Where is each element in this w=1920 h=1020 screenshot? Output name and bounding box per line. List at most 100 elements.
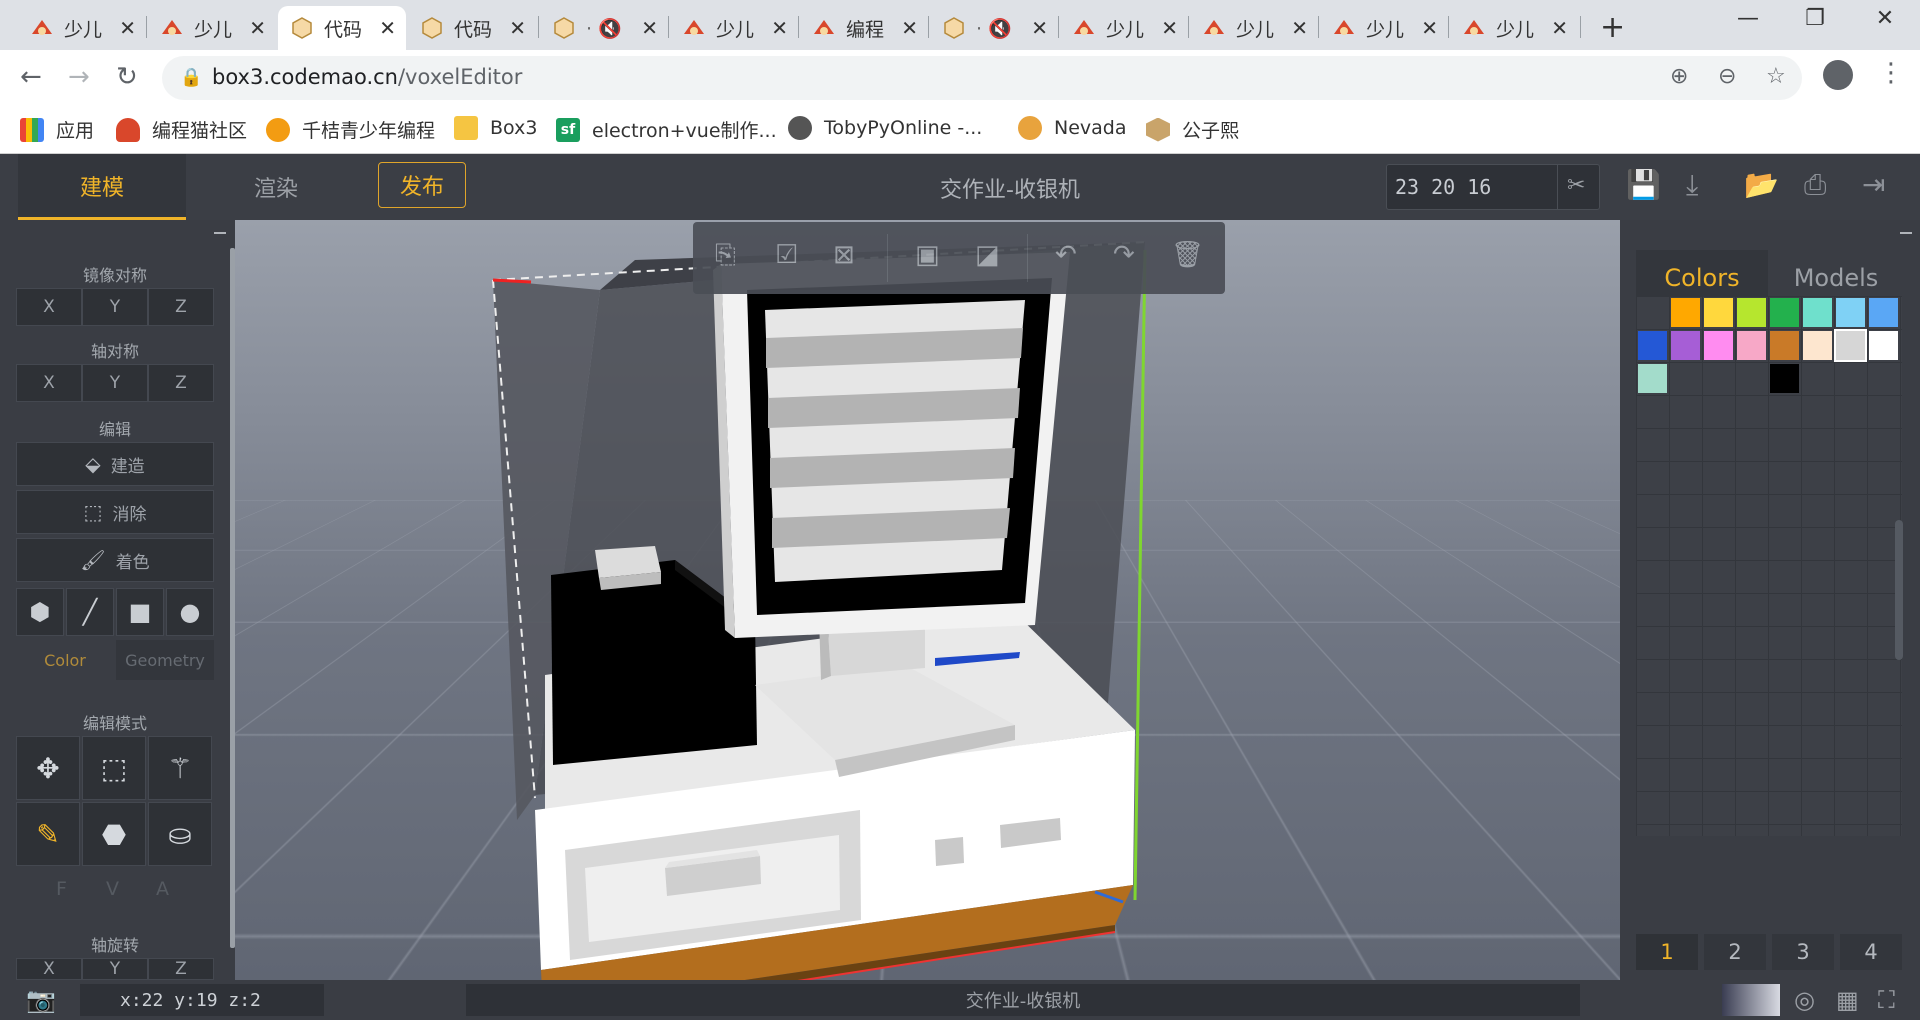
palette-page-2[interactable]: 2: [1704, 934, 1766, 970]
profile-avatar-icon[interactable]: [1823, 60, 1853, 90]
download-icon[interactable]: ⤓: [1686, 168, 1698, 202]
color-swatch[interactable]: [1803, 331, 1832, 360]
bookmark-item[interactable]: 公子熙: [1146, 116, 1239, 143]
undo-icon[interactable]: ↶: [1055, 240, 1077, 270]
sphere-shape-button[interactable]: ●: [166, 588, 214, 636]
color-swatch[interactable]: [1836, 298, 1865, 327]
close-tab-icon[interactable]: ✕: [641, 16, 658, 40]
color-swatch[interactable]: [1869, 298, 1898, 327]
color-swatch[interactable]: [1770, 364, 1799, 393]
color-swatch[interactable]: [1704, 331, 1733, 360]
build-button[interactable]: ⬙ 建造: [16, 442, 214, 486]
move-tool-button[interactable]: ✥: [16, 736, 80, 800]
color-swatch-selected[interactable]: [1836, 331, 1865, 360]
merge-icon[interactable]: ◪: [975, 240, 1000, 270]
bookmark-item[interactable]: Nevada: [1018, 116, 1127, 140]
close-tab-icon[interactable]: ✕: [249, 16, 266, 40]
color-swatch[interactable]: [1638, 364, 1667, 393]
orbit-icon[interactable]: ◎: [1794, 986, 1815, 1014]
browser-tab[interactable]: 少儿 ✕: [1190, 6, 1318, 50]
close-tab-icon[interactable]: ✕: [1031, 16, 1048, 40]
minimize-icon[interactable]: —: [1718, 6, 1778, 31]
bookmark-item[interactable]: 编程猫社区: [116, 116, 247, 143]
color-swatch[interactable]: [1638, 331, 1667, 360]
color-swatch[interactable]: [1770, 331, 1799, 360]
browser-tab[interactable]: 少儿 ✕: [1060, 6, 1188, 50]
restore-icon[interactable]: ❐: [1785, 6, 1845, 31]
browser-menu-icon[interactable]: ⋮: [1878, 58, 1904, 88]
color-swatch[interactable]: [1737, 331, 1766, 360]
close-tab-icon[interactable]: ✕: [901, 16, 918, 40]
camera-icon[interactable]: 📷: [26, 986, 56, 1014]
browser-tab[interactable]: 少儿 ✕: [1320, 6, 1448, 50]
3d-viewport[interactable]: ⎘ ☑ ⊠ ▣ ◪ ↶ ↷ 🗑: [235, 220, 1620, 980]
palette-page-1[interactable]: 1: [1636, 934, 1698, 970]
rotate-z-button[interactable]: Z: [148, 958, 214, 980]
tab-render[interactable]: 渲染: [226, 154, 326, 220]
trash-icon[interactable]: 🗑: [1171, 240, 1204, 270]
color-swatch[interactable]: [1803, 298, 1832, 327]
magic-wand-button[interactable]: ⚚: [148, 736, 212, 800]
close-tab-icon[interactable]: ✕: [509, 16, 526, 40]
axis-z-button[interactable]: Z: [148, 364, 214, 402]
replace-tool-button[interactable]: ⬣: [82, 802, 146, 866]
current-color-preview[interactable]: [1722, 984, 1780, 1016]
mirror-z-button[interactable]: Z: [148, 288, 214, 326]
erase-button[interactable]: ⬚ 消除: [16, 490, 214, 534]
close-tab-icon[interactable]: ✕: [379, 16, 396, 40]
axis-y-button[interactable]: Y: [82, 364, 148, 402]
a-toggle[interactable]: A: [156, 878, 169, 900]
publish-button[interactable]: 发布: [378, 162, 466, 208]
back-arrow-icon[interactable]: ←: [20, 62, 42, 92]
color-swatch[interactable]: [1737, 298, 1766, 327]
f-toggle[interactable]: F: [56, 878, 67, 900]
new-tab-button[interactable]: +: [1600, 10, 1625, 45]
dimensions-field[interactable]: 23 20 16 ✂: [1386, 164, 1600, 210]
close-tab-icon[interactable]: ✕: [1421, 16, 1438, 40]
close-tab-icon[interactable]: ✕: [1291, 16, 1308, 40]
color-swatch[interactable]: [1671, 331, 1700, 360]
close-tab-icon[interactable]: ✕: [1551, 16, 1568, 40]
browser-tab[interactable]: · 🔇 ✕: [930, 6, 1058, 50]
color-swatch[interactable]: [1638, 298, 1667, 327]
cube-shape-button[interactable]: ⬢: [16, 588, 64, 636]
rotate-y-button[interactable]: Y: [82, 958, 148, 980]
grid-icon[interactable]: ▦: [1836, 986, 1859, 1014]
select-tool-button[interactable]: ⬚: [82, 736, 146, 800]
browser-tab[interactable]: 少儿 ✕: [670, 6, 798, 50]
fullscreen-icon[interactable]: ⛶: [1878, 986, 1895, 1014]
v-toggle[interactable]: V: [106, 878, 119, 900]
browser-tab-active[interactable]: 代码 ✕: [278, 6, 406, 50]
color-swatch[interactable]: [1704, 298, 1733, 327]
mirror-x-button[interactable]: X: [16, 288, 82, 326]
copy-icon[interactable]: ⎘: [715, 240, 736, 271]
color-swatch[interactable]: [1770, 298, 1799, 327]
bookmark-item[interactable]: 千桔青少年编程: [266, 116, 435, 143]
exit-icon[interactable]: ⇥: [1862, 168, 1885, 201]
color-swatch[interactable]: [1671, 298, 1700, 327]
bookmark-apps[interactable]: 应用: [20, 116, 94, 143]
collapse-right-panel-icon[interactable]: [1898, 224, 1916, 228]
tab-color[interactable]: Color: [16, 640, 114, 680]
forward-arrow-icon[interactable]: →: [68, 62, 90, 92]
close-tab-icon[interactable]: ✕: [771, 16, 788, 40]
close-tab-icon[interactable]: ✕: [1161, 16, 1178, 40]
paste-icon[interactable]: ☑: [775, 240, 798, 270]
collapse-panel-icon[interactable]: [212, 224, 230, 228]
axis-x-button[interactable]: X: [16, 364, 82, 402]
tab-build[interactable]: 建模: [18, 154, 186, 220]
open-folder-icon[interactable]: 📂: [1744, 168, 1779, 201]
reload-icon[interactable]: ↻: [116, 62, 138, 92]
zoom-out-icon[interactable]: ⊖: [1718, 64, 1736, 89]
bookmark-item[interactable]: Box3: [454, 116, 537, 140]
duplicate-icon[interactable]: ▣: [915, 240, 940, 270]
fill-bucket-button[interactable]: ⛀: [148, 802, 212, 866]
browser-tab[interactable]: 代码 ✕: [408, 6, 536, 50]
browser-tab[interactable]: 少儿 ✕: [18, 6, 146, 50]
square-shape-button[interactable]: ■: [116, 588, 164, 636]
browser-tab[interactable]: 少儿 ✕: [1450, 6, 1578, 50]
close-window-icon[interactable]: ✕: [1855, 6, 1915, 31]
browser-tab[interactable]: · 🔇 ✕: [540, 6, 668, 50]
line-shape-button[interactable]: ╱: [66, 588, 114, 636]
save-icon[interactable]: 💾: [1626, 168, 1661, 201]
